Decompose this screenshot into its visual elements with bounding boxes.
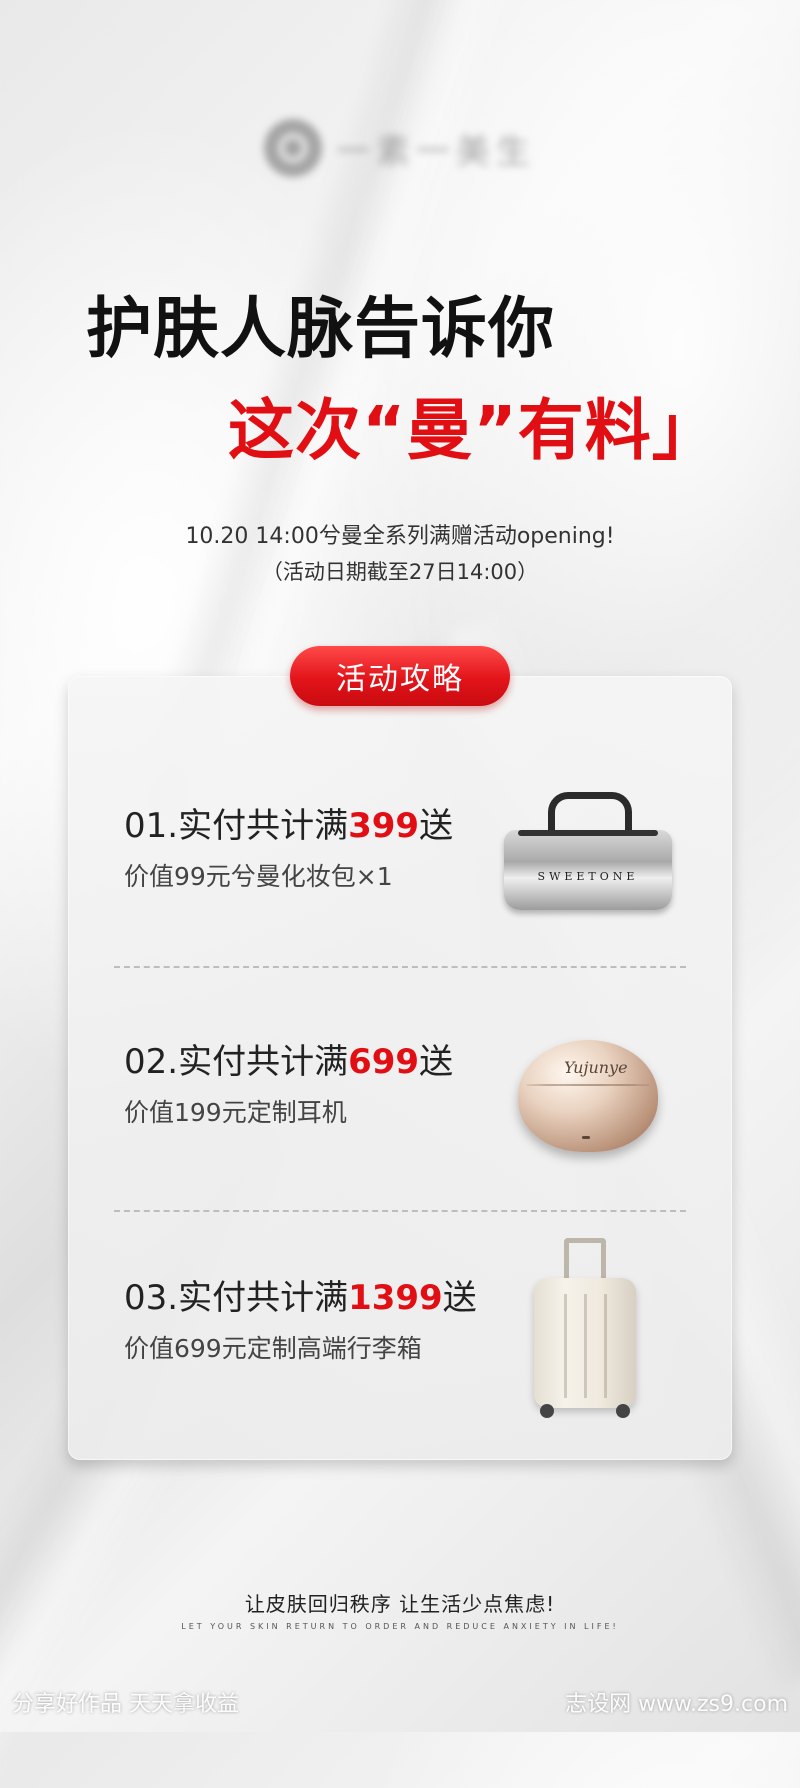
makeup-bag-image: SWEETONE — [504, 792, 672, 910]
offer-prefix: 03.实付共计满 — [124, 1278, 349, 1318]
footer-slogan: 让皮肤回归秩序 让生活少点焦虑! — [244, 1592, 556, 1616]
bag-brand-text: SWEETONE — [537, 870, 639, 883]
earphone-led — [582, 1136, 590, 1139]
offer-prefix: 01.实付共计满 — [124, 806, 349, 846]
brand-logo: 一素一美生 — [0, 118, 800, 178]
offer-amount: 699 — [348, 1042, 420, 1082]
suitcase-handle — [564, 1238, 606, 1280]
suitcase-wheel — [616, 1404, 630, 1418]
guide-badge: 活动攻略 — [290, 646, 510, 706]
dashed-divider — [114, 966, 686, 968]
headline-line2: 这次“曼”有料」 — [228, 392, 719, 469]
earphone-case-image: Yujunye — [518, 1040, 658, 1160]
headline-line1: 护肤人脉告诉你 — [86, 290, 555, 367]
offer-suffix: 送 — [419, 806, 454, 846]
offer-amount: 399 — [348, 806, 420, 846]
watermark-left: 分享好作品 天天拿收益 — [12, 1692, 239, 1717]
bag-zip — [518, 830, 658, 836]
subtitle-line2: （活动日期截至27日14:00） — [261, 560, 539, 584]
offer-suffix: 送 — [419, 1042, 454, 1082]
suitcase-image — [534, 1238, 636, 1422]
suitcase-rib — [564, 1294, 567, 1398]
logo-icon — [264, 119, 322, 177]
earphone-seam — [526, 1084, 650, 1086]
watermark-right: 志设网 www.zs9.com — [565, 1692, 788, 1717]
suitcase-rib — [584, 1294, 587, 1398]
footer-slogan-en: LET YOUR SKIN RETURN TO ORDER AND REDUCE… — [181, 1622, 619, 1631]
subtitle-line1: 10.20 14:00兮曼全系列满赠活动opening! — [185, 524, 615, 549]
logo-text: 一素一美生 — [336, 131, 536, 172]
earphone-logo-text: Yujunye — [564, 1058, 628, 1077]
suitcase-rib — [604, 1294, 607, 1398]
dashed-divider — [114, 1210, 686, 1212]
offer-suffix: 送 — [442, 1278, 477, 1318]
suitcase-wheel — [540, 1404, 554, 1418]
offer-prefix: 02.实付共计满 — [124, 1042, 349, 1082]
offer-amount: 1399 — [348, 1278, 443, 1318]
